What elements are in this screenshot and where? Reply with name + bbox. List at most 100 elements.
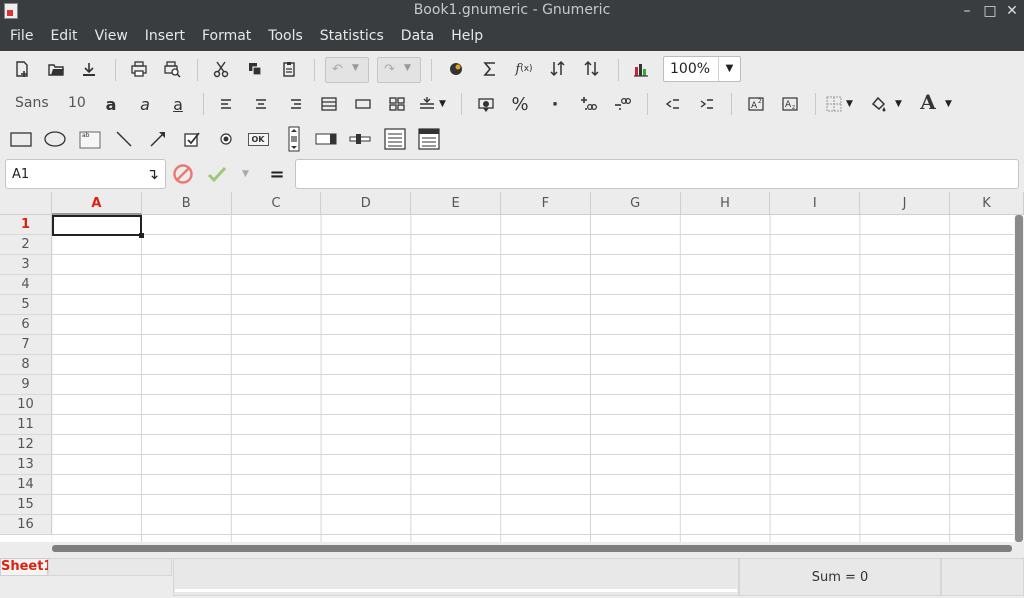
menu-view[interactable]: View — [88, 22, 135, 51]
italic-button[interactable]: a — [133, 92, 157, 116]
ellipse-tool-icon[interactable] — [43, 127, 67, 151]
vertical-align-icon[interactable] — [415, 92, 439, 116]
menu-tools[interactable]: Tools — [261, 22, 310, 51]
column-header-a[interactable]: A — [52, 192, 142, 215]
checkbox-widget-icon[interactable] — [180, 127, 204, 151]
borders-icon[interactable] — [822, 92, 846, 116]
arrow-tool-icon[interactable] — [146, 127, 170, 151]
redo-dropdown-icon[interactable]: ▼ — [404, 63, 411, 73]
align-left-icon[interactable] — [215, 92, 239, 116]
column-header-g[interactable]: G — [590, 192, 681, 215]
select-all-corner[interactable] — [0, 192, 52, 215]
sum-sigma-icon[interactable] — [478, 57, 502, 81]
save-download-icon[interactable] — [77, 57, 101, 81]
row-header-16[interactable]: 16 — [0, 515, 52, 535]
column-header-d[interactable]: D — [321, 192, 412, 215]
font-name-select[interactable]: Sans — [15, 95, 49, 111]
row-header-5[interactable]: 5 — [0, 295, 52, 315]
enter-formula-button[interactable]: = — [265, 162, 289, 186]
insert-object-icon[interactable] — [444, 57, 468, 81]
print-preview-icon[interactable] — [160, 57, 184, 81]
goto-cell-icon[interactable]: ↴ — [146, 165, 159, 183]
menu-format[interactable]: Format — [195, 22, 258, 51]
vertical-scrollbar[interactable] — [1014, 215, 1024, 542]
horizontal-scrollbar[interactable] — [0, 542, 1024, 556]
cell-reference-box[interactable]: A1 ↴ — [5, 159, 166, 189]
font-color-dropdown-icon[interactable]: ▼ — [945, 99, 952, 109]
menu-edit[interactable]: Edit — [43, 22, 84, 51]
vertical-align-dropdown-icon[interactable]: ▼ — [439, 99, 446, 109]
underline-button[interactable]: a — [166, 92, 190, 116]
decrease-indent-icon[interactable] — [660, 92, 684, 116]
row-header-9[interactable]: 9 — [0, 375, 52, 395]
font-size-select[interactable]: 10 — [68, 95, 86, 111]
split-cells-icon[interactable] — [385, 92, 409, 116]
decrease-decimals-icon[interactable] — [610, 92, 634, 116]
label-tool-icon[interactable]: ab — [78, 127, 102, 151]
maximize-button[interactable]: □ — [981, 2, 999, 20]
new-file-icon[interactable] — [10, 57, 34, 81]
spinbutton-widget-icon[interactable] — [314, 127, 338, 151]
vertical-scrollbar-thumb[interactable] — [1015, 215, 1023, 542]
copy-icon[interactable] — [243, 57, 267, 81]
chart-guru-icon[interactable] — [629, 57, 653, 81]
row-header-12[interactable]: 12 — [0, 435, 52, 455]
menu-file[interactable]: File — [3, 22, 40, 51]
row-header-4[interactable]: 4 — [0, 275, 52, 295]
percent-format-button[interactable]: % — [508, 92, 532, 116]
row-header-1[interactable]: 1 — [0, 215, 52, 235]
column-header-e[interactable]: E — [411, 192, 501, 215]
row-header-8[interactable]: 8 — [0, 355, 52, 375]
center-across-icon[interactable] — [351, 92, 375, 116]
sort-ascending-icon[interactable] — [546, 57, 570, 81]
font-color-button[interactable]: A — [916, 90, 940, 114]
combo-widget-icon[interactable] — [417, 127, 441, 151]
undo-button[interactable]: ↶ ▼ — [325, 57, 369, 83]
paste-clipboard-icon[interactable] — [277, 57, 301, 81]
thousands-separator-button[interactable]: · — [543, 92, 567, 116]
slider-widget-icon[interactable] — [348, 127, 372, 151]
sort-descending-icon[interactable] — [580, 57, 604, 81]
currency-format-icon[interactable] — [474, 92, 498, 116]
row-header-15[interactable]: 15 — [0, 495, 52, 515]
list-widget-icon[interactable] — [383, 127, 407, 151]
menu-insert[interactable]: Insert — [138, 22, 192, 51]
menu-data[interactable]: Data — [394, 22, 441, 51]
open-folder-icon[interactable] — [44, 57, 68, 81]
zoom-select[interactable]: 100% ▼ — [663, 56, 741, 82]
accept-entry-icon[interactable] — [205, 162, 229, 186]
cut-scissors-icon[interactable] — [209, 57, 233, 81]
minimize-button[interactable]: – — [958, 2, 976, 20]
column-header-c[interactable]: C — [231, 192, 322, 215]
row-header-7[interactable]: 7 — [0, 335, 52, 355]
print-icon[interactable] — [127, 57, 151, 81]
button-widget-icon[interactable]: OK — [246, 127, 270, 151]
sheet-tab[interactable]: Sheet1 — [0, 558, 53, 576]
column-header-h[interactable]: H — [680, 192, 771, 215]
close-button[interactable]: ✕ — [1003, 2, 1021, 20]
increase-indent-icon[interactable] — [694, 92, 718, 116]
row-header-3[interactable]: 3 — [0, 255, 52, 275]
align-center-icon[interactable] — [249, 92, 273, 116]
zoom-dropdown-icon[interactable]: ▼ — [718, 57, 740, 81]
undo-dropdown-icon[interactable]: ▼ — [352, 63, 359, 73]
background-fill-icon[interactable] — [866, 92, 890, 116]
cell-area[interactable] — [52, 215, 1014, 542]
merge-cells-icon[interactable] — [317, 92, 341, 116]
rectangle-tool-icon[interactable] — [9, 127, 33, 151]
row-header-14[interactable]: 14 — [0, 475, 52, 495]
column-header-j[interactable]: J — [860, 192, 950, 215]
redo-button[interactable]: ↷ ▼ — [377, 57, 421, 83]
accept-dropdown-icon[interactable]: ▼ — [242, 169, 249, 179]
borders-dropdown-icon[interactable]: ▼ — [846, 99, 853, 109]
column-header-i[interactable]: I — [770, 192, 861, 215]
formula-input[interactable] — [295, 159, 1019, 189]
function-fx-icon[interactable]: f (x) — [512, 57, 536, 81]
subscript-icon[interactable]: Az — [778, 92, 802, 116]
increase-decimals-icon[interactable] — [576, 92, 600, 116]
superscript-icon[interactable]: A2 — [744, 92, 768, 116]
line-tool-icon[interactable] — [112, 127, 136, 151]
horizontal-scrollbar-thumb[interactable] — [52, 545, 1012, 552]
scrollbar-widget-icon[interactable] — [282, 125, 306, 153]
bold-button[interactable]: a — [99, 92, 123, 116]
